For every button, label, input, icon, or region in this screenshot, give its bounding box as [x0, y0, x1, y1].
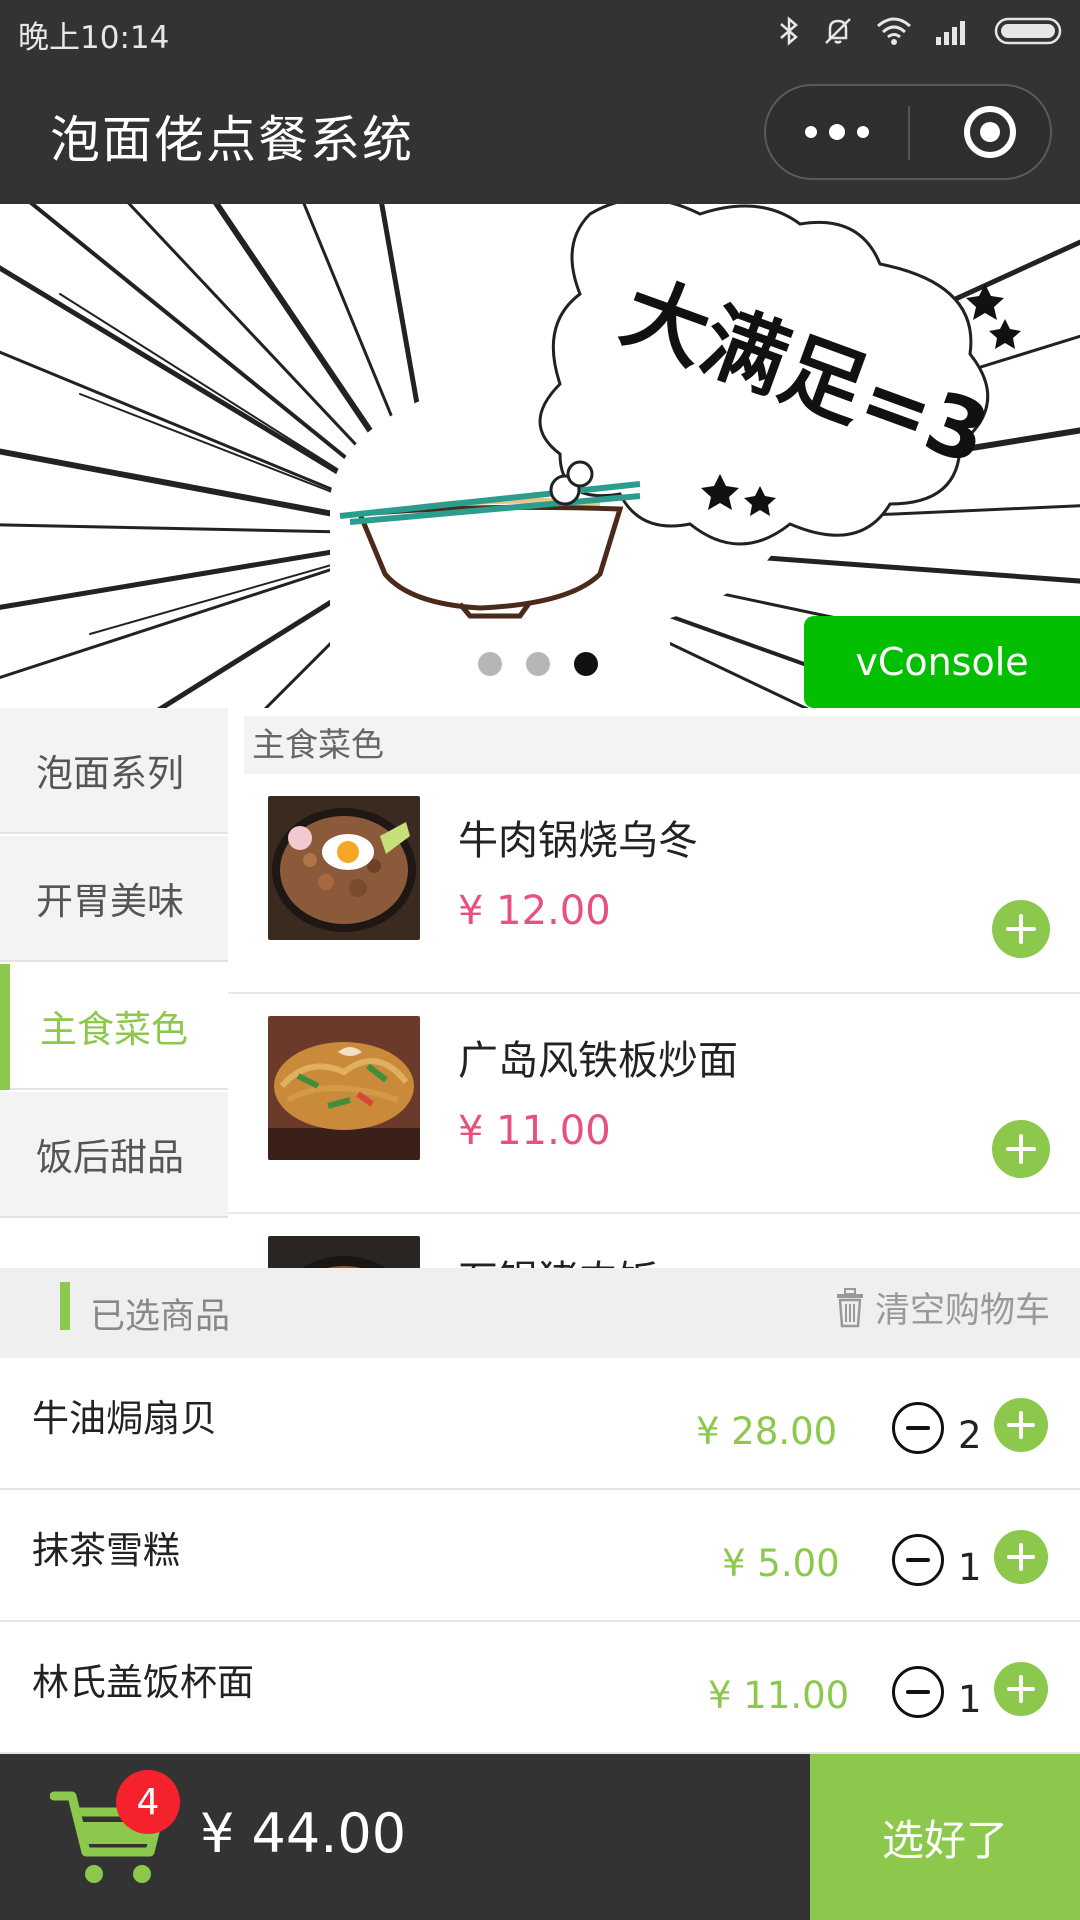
cart-item: 抹茶雪糕 ¥ 5.00 1	[0, 1490, 1080, 1622]
cart-item-price: ¥ 11.00	[708, 1674, 850, 1717]
signal-icon	[936, 21, 965, 45]
cart-item: 牛油焗扇贝 ¥ 28.00 2	[0, 1358, 1080, 1490]
page-title: 泡面佬点餐系统	[50, 111, 414, 169]
category-item-main-dishes[interactable]: 主食菜色	[0, 964, 228, 1090]
dish-price: ¥ 12.00	[458, 888, 611, 934]
close-program-button[interactable]	[964, 106, 1016, 158]
more-dots-icon	[805, 126, 817, 138]
capsule-divider	[908, 106, 910, 160]
status-icons	[778, 14, 1066, 48]
bluetooth-icon	[780, 16, 798, 46]
carousel-dot[interactable]	[526, 652, 550, 676]
battery-icon	[994, 17, 1062, 45]
status-bar: 晚上10:14	[0, 0, 1080, 62]
wifi-icon	[877, 17, 911, 45]
increase-quantity-button[interactable]	[994, 1398, 1048, 1452]
carousel-dot-active[interactable]	[574, 652, 598, 676]
clear-cart-label: 清空购物车	[874, 1291, 1050, 1331]
cart-item-quantity: 2	[958, 1414, 982, 1457]
dish-item[interactable]: 广岛风铁板炒面 ¥ 11.00	[228, 996, 1080, 1214]
dish-image	[268, 1236, 420, 1268]
category-item-noodles[interactable]: 泡面系列	[0, 708, 228, 834]
dish-list[interactable]: 主食菜色 牛肉锅烧乌冬 ¥ 12.00 广岛风铁板炒面 ¥ 11.00	[228, 708, 1080, 1268]
add-to-cart-button[interactable]	[992, 900, 1050, 958]
selected-goods-header: 已选商品 清空购物车	[0, 1268, 1080, 1358]
dish-section-title: 主食菜色	[244, 716, 1080, 774]
carousel-dot[interactable]	[478, 652, 502, 676]
checkout-bar: 4 ¥ 44.00 选好了	[0, 1754, 1080, 1920]
increase-quantity-button[interactable]	[994, 1662, 1048, 1716]
checkout-button[interactable]: 选好了	[810, 1754, 1080, 1920]
cart-item-name: 抹茶雪糕	[32, 1529, 180, 1572]
cart-item-quantity: 1	[958, 1546, 982, 1589]
dish-name: 广岛风铁板炒面	[458, 1038, 738, 1084]
cart-item-price: ¥ 28.00	[696, 1410, 838, 1453]
trash-icon	[836, 1287, 863, 1327]
dish-image	[268, 1016, 420, 1160]
status-time: 晚上10:14	[18, 20, 170, 56]
more-menu-button[interactable]	[766, 86, 908, 178]
carousel-dots	[478, 652, 598, 676]
category-sidebar: 泡面系列 开胃美味 主食菜色 饭后甜品	[0, 708, 228, 1268]
dish-name: 石锅猪肉饭	[458, 1248, 658, 1268]
cart-item-name: 牛油焗扇贝	[32, 1397, 217, 1440]
decrease-quantity-button[interactable]	[892, 1534, 944, 1586]
mini-program-capsule	[764, 84, 1052, 180]
nav-bar: 泡面佬点餐系统	[0, 62, 1080, 204]
cart-total: ¥ 44.00	[200, 1802, 407, 1865]
increase-quantity-button[interactable]	[994, 1530, 1048, 1584]
category-item-desserts[interactable]: 饭后甜品	[0, 1092, 228, 1218]
clear-cart-button[interactable]: 清空购物车	[835, 1282, 1050, 1333]
cart-item-quantity: 1	[958, 1678, 982, 1721]
selected-goods-title: 已选商品	[90, 1297, 231, 1337]
vconsole-button[interactable]: vConsole	[804, 616, 1080, 708]
category-item-appetizers[interactable]: 开胃美味	[0, 836, 228, 962]
section-marker	[60, 1282, 70, 1330]
dish-item[interactable]: 石锅猪肉饭	[228, 1216, 1080, 1268]
dish-image	[268, 796, 420, 940]
dish-price: ¥ 11.00	[458, 1108, 611, 1154]
silent-bell-icon	[825, 18, 851, 44]
banner-carousel[interactable]: 大满足=3 vConsole	[0, 204, 1080, 708]
cart-item: 林氏盖饭杯面 ¥ 11.00 1	[0, 1622, 1080, 1754]
cart-count-badge: 4	[116, 1770, 180, 1834]
cart-item-price: ¥ 5.00	[722, 1542, 840, 1585]
dish-item[interactable]: 牛肉锅烧乌冬 ¥ 12.00	[228, 776, 1080, 994]
cart-item-name: 林氏盖饭杯面	[32, 1661, 254, 1704]
decrease-quantity-button[interactable]	[892, 1402, 944, 1454]
decrease-quantity-button[interactable]	[892, 1666, 944, 1718]
dish-name: 牛肉锅烧乌冬	[458, 818, 698, 864]
add-to-cart-button[interactable]	[992, 1120, 1050, 1178]
